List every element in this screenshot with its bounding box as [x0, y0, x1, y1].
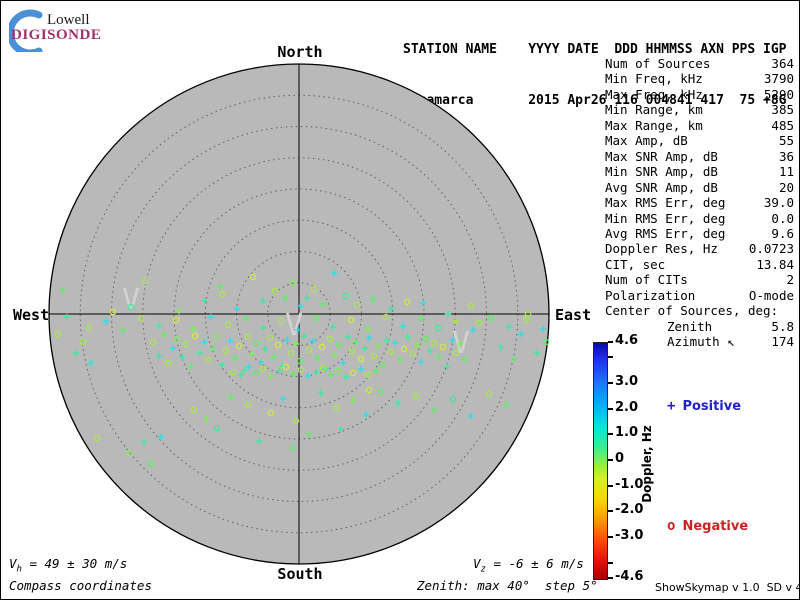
colorbar-tick-label: 3.0: [615, 374, 639, 390]
colorbar-tick: [608, 484, 613, 487]
stats-label: Zenith: [667, 318, 713, 334]
stats-row: Max Amp, dB 55: [605, 133, 794, 148]
legend-negative: o Negative: [667, 518, 748, 534]
stats-label: CIT, sec: [605, 256, 666, 272]
stats-row: Center of Sources, deg:: [605, 303, 794, 318]
colorbar-tick-label: -2.0: [615, 502, 644, 518]
stats-value: 485: [771, 117, 794, 133]
stats-value: 36: [778, 148, 794, 164]
stats-row: Min Freq, kHz 3790: [605, 71, 794, 86]
stats-label: Polarization: [605, 287, 696, 303]
colorbar-tick-label: -3.0: [615, 527, 644, 543]
showskymap-window: Lowell DIGISONDE STATION NAME YYYY DATE …: [0, 0, 800, 600]
colorbar-tick: [608, 382, 613, 385]
stats-label: Max Amp, dB: [605, 133, 688, 149]
stats-row: Num of CITs 2: [605, 272, 794, 287]
stats-label: Min SNR Amp, dB: [605, 164, 718, 180]
stats-row: Avg SNR Amp, dB 20: [605, 180, 794, 195]
stats-label: Max RMS Err, deg: [605, 195, 726, 211]
stats-row: Max RMS Err, deg 39.0: [605, 195, 794, 210]
stats-label: Min RMS Err, deg: [605, 210, 726, 226]
compass-label-south: South: [277, 565, 323, 583]
stats-panel: Num of Sources 364 Min Freq, kHz 3790 Max Fr…: [605, 56, 794, 350]
stats-value: 0.0: [771, 210, 794, 226]
colorbar-tick: [608, 510, 613, 513]
stats-value: O-mode: [748, 287, 794, 303]
stats-row: Max Freq, kHz 5290: [605, 87, 794, 102]
legend-positive-label: Positive: [682, 399, 742, 414]
compass-label-east: East: [555, 306, 592, 324]
colorbar-tick: [608, 459, 613, 461]
colorbar-tick-label: 0: [615, 451, 625, 466]
stats-label: Min Range, km: [605, 102, 703, 118]
colorbar-tick: [608, 535, 613, 538]
stats-value: 364: [771, 56, 794, 71]
colorbar-tick: [608, 407, 613, 410]
circle-symbol-icon: o: [667, 518, 676, 534]
stats-value: 0.0723: [748, 241, 794, 257]
stats-value: 5290: [763, 86, 794, 102]
stats-row: Min RMS Err, deg 0.0: [605, 211, 794, 226]
stats-label: Max SNR Amp, dB: [605, 148, 718, 164]
colorbar-tick: [608, 561, 613, 564]
stats-value: 9.6: [771, 225, 794, 241]
stats-label: Max Freq, kHz: [605, 86, 703, 102]
colorbar-tick-label: -4.6: [615, 569, 644, 584]
stats-row: Max Range, km 485: [605, 118, 794, 133]
stats-label: Avg RMS Err, deg: [605, 225, 726, 241]
legend-negative-label: Negative: [682, 519, 749, 534]
stats-label: Min Freq, kHz: [605, 71, 703, 87]
horizontal-velocity-text: Vh = 49 ± 30 m/s: [9, 556, 128, 575]
stats-value: 20: [778, 179, 794, 195]
velocity-v-marker: V: [285, 308, 303, 343]
compass-label-north: North: [277, 43, 323, 61]
stats-value: 13.84: [756, 256, 794, 272]
legend-positive: + Positive: [667, 398, 741, 414]
colorbar-tick-label: 1.0: [615, 425, 639, 441]
coordinates-note: Compass coordinates: [9, 578, 152, 593]
stats-label: Avg SNR Amp, dB: [605, 179, 718, 195]
stats-row: Zenith 5.8: [605, 319, 794, 334]
stats-row: Num of Sources 364: [605, 56, 794, 71]
stats-value: 385: [771, 102, 794, 118]
stats-label: Max Range, km: [605, 117, 703, 133]
stats-row: Avg RMS Err, deg 9.6: [605, 226, 794, 241]
stats-row: Polarization O-mode: [605, 288, 794, 303]
doppler-colorbar: [593, 342, 608, 580]
stats-row: Min SNR Amp, dB 11: [605, 164, 794, 179]
stats-row: CIT, sec 13.84: [605, 257, 794, 272]
stats-label: Num of Sources: [605, 56, 711, 71]
colorbar-tick-label: 2.0: [615, 399, 639, 415]
stats-value: 55: [778, 133, 794, 149]
colorbar-tick: [608, 356, 613, 359]
colorbar-tick: [608, 341, 613, 343]
velocity-v-marker: V: [122, 283, 140, 318]
stats-value: 3790: [763, 71, 794, 87]
stats-value: 174: [771, 334, 794, 350]
stats-row: Doppler Res, Hz 0.0723: [605, 241, 794, 256]
zenith-range-note: Zenith: max 40° step 5°: [417, 578, 598, 593]
version-text: ShowSkymap v 1.0 SD v 4.2: [655, 581, 800, 594]
stats-value: 11: [778, 164, 794, 180]
stats-row: Max SNR Amp, dB 36: [605, 149, 794, 164]
stats-value: 39.0: [763, 195, 794, 211]
compass-label-west: West: [13, 306, 50, 324]
vertical-velocity-text: Vz = -6 ± 6 m/s: [473, 556, 584, 575]
colorbar-tick: [608, 433, 613, 436]
stats-label: Num of CITs: [605, 272, 688, 288]
stats-value: 2: [786, 272, 794, 288]
stats-label: Azimuth ↖: [667, 334, 735, 350]
colorbar-tick-label: 4.6: [615, 333, 639, 348]
stats-label: Center of Sources, deg:: [605, 303, 779, 319]
stats-row: Min Range, km 385: [605, 102, 794, 117]
colorbar-tick: [608, 577, 613, 579]
stats-label: Doppler Res, Hz: [605, 241, 718, 257]
plus-symbol-icon: +: [667, 398, 676, 414]
doppler-axis-label: Doppler, Hz: [640, 425, 654, 503]
stats-value: 5.8: [771, 318, 794, 334]
